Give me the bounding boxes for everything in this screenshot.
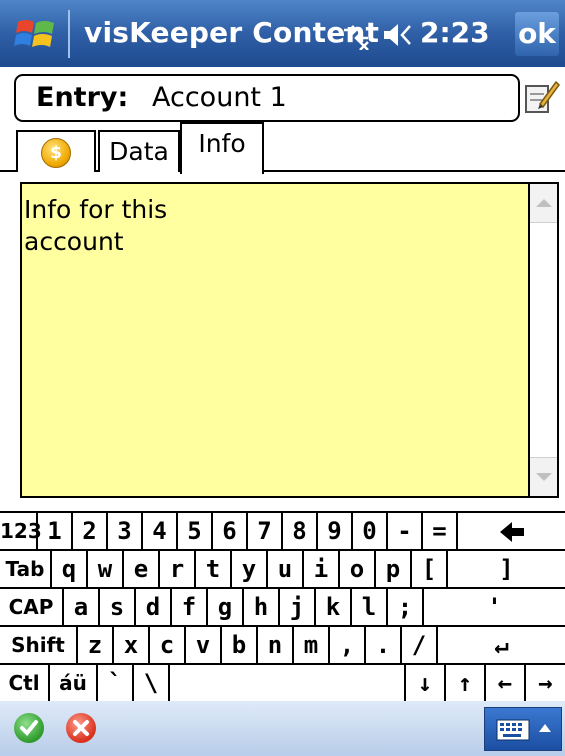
tab-data[interactable]: Data [98,130,180,172]
key-close-bracket[interactable]: ] [446,551,565,589]
key-a[interactable]: a [62,589,98,627]
key-e[interactable]: e [122,551,158,589]
key-2[interactable]: 2 [71,513,106,551]
key-7[interactable]: 7 [246,513,281,551]
keyboard-row: Ctl áü ` \ ↓ ↑ ← → [0,665,565,703]
key-equals[interactable]: = [421,513,456,551]
key-l[interactable]: l [350,589,386,627]
vertical-scrollbar[interactable] [528,182,559,498]
key-c[interactable]: c [148,627,184,665]
title-separator [68,10,70,58]
close-icon [73,720,89,736]
windows-start-icon[interactable] [14,14,58,54]
key-enter[interactable]: ↵ [436,627,565,665]
key-p[interactable]: p [374,551,410,589]
key-slash[interactable]: / [400,627,436,665]
entry-label: Entry: [36,82,129,113]
checkmark-icon [20,720,38,736]
key-g[interactable]: g [206,589,242,627]
key-y[interactable]: y [230,551,266,589]
key-period[interactable]: . [364,627,400,665]
key-x[interactable]: x [112,627,148,665]
key-d[interactable]: d [134,589,170,627]
scroll-down-arrow[interactable] [530,457,557,496]
key-v[interactable]: v [184,627,220,665]
key-8[interactable]: 8 [281,513,316,551]
scroll-up-arrow[interactable] [530,184,557,223]
key-k[interactable]: k [314,589,350,627]
keyboard-row: CAP a s d f g h j k l ; ' [0,589,565,627]
key-backtick[interactable]: ` [96,665,132,703]
coin-icon: $ [41,138,71,168]
key-tab[interactable]: Tab [0,551,50,589]
key-comma[interactable]: , [328,627,364,665]
key-r[interactable]: r [158,551,194,589]
keyboard-icon [496,719,551,741]
key-3[interactable]: 3 [106,513,141,551]
key-z[interactable]: z [76,627,112,665]
key-5[interactable]: 5 [176,513,211,551]
clock[interactable]: 2:23 [420,16,490,49]
key-s[interactable]: s [98,589,134,627]
bottom-bar [0,701,565,756]
key-space[interactable] [168,665,404,703]
key-0[interactable]: 0 [351,513,386,551]
key-caps[interactable]: CAP [0,589,62,627]
key-q[interactable]: q [50,551,86,589]
backspace-icon [499,522,524,542]
key-down[interactable]: ↓ [404,665,444,703]
key-h[interactable]: h [242,589,278,627]
key-accents[interactable]: áü [48,665,96,703]
key-t[interactable]: t [194,551,230,589]
key-j[interactable]: j [278,589,314,627]
key-right[interactable]: → [524,665,565,703]
key-apostrophe[interactable]: ' [422,589,565,627]
key-f[interactable]: f [170,589,206,627]
confirm-icon[interactable] [14,713,44,743]
tab-money[interactable]: $ [16,130,96,172]
key-w[interactable]: w [86,551,122,589]
info-text-line: account [24,227,124,256]
chevron-up-icon [539,724,551,732]
key-semicolon[interactable]: ; [386,589,422,627]
key-n[interactable]: n [256,627,292,665]
info-text-area[interactable]: Info for this account [20,182,528,498]
key-1[interactable]: 1 [36,513,71,551]
key-open-bracket[interactable]: [ [410,551,446,589]
key-minus[interactable]: - [386,513,421,551]
keyboard-row: Shift z x c v b n m , . / ↵ [0,627,565,665]
key-shift[interactable]: Shift [0,627,76,665]
key-ctrl[interactable]: Ctl [0,665,48,703]
key-up[interactable]: ↑ [444,665,484,703]
ok-button[interactable]: ok [515,12,559,56]
entry-selector[interactable]: Entry: Account 1 [14,74,520,122]
key-4[interactable]: 4 [141,513,176,551]
key-123[interactable]: 123 [0,513,42,551]
entry-value: Account 1 [152,82,287,113]
soft-keyboard: 123 1 2 3 4 5 6 7 8 9 0 - = Tab q w e r … [0,511,565,703]
key-m[interactable]: m [292,627,328,665]
key-b[interactable]: b [220,627,256,665]
key-backspace[interactable] [456,513,565,551]
cancel-icon[interactable] [66,713,96,743]
input-panel-button[interactable] [484,707,562,751]
key-left[interactable]: ← [484,665,524,703]
info-text-line: Info for this [24,195,168,224]
window-title: visKeeper Content [84,16,380,49]
title-bar: visKeeper Content 2:23 ok [0,0,565,67]
tab-info[interactable]: Info [180,122,264,176]
key-o[interactable]: o [338,551,374,589]
key-backslash[interactable]: \ [132,665,168,703]
connectivity-icon[interactable] [340,20,372,50]
keyboard-row: Tab q w e r t y u i o p [ ] [0,551,565,589]
edit-entry-icon[interactable] [522,76,560,116]
key-6[interactable]: 6 [211,513,246,551]
key-i[interactable]: i [302,551,338,589]
key-u[interactable]: u [266,551,302,589]
volume-icon[interactable] [380,20,414,50]
keyboard-row: 123 1 2 3 4 5 6 7 8 9 0 - = [0,513,565,551]
key-9[interactable]: 9 [316,513,351,551]
